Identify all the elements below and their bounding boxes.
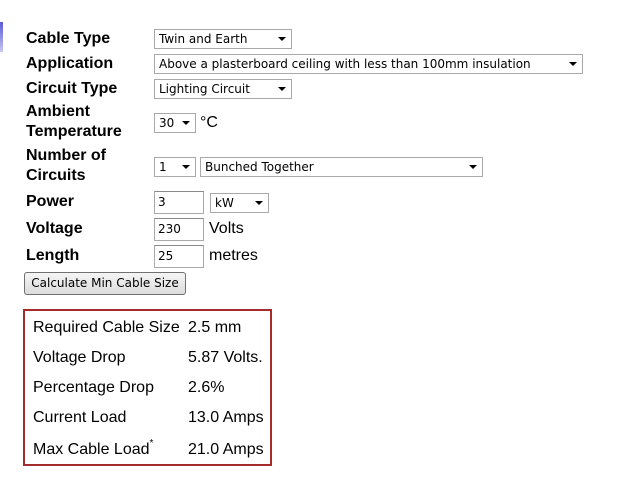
voltage-unit: Volts	[209, 220, 244, 237]
circuit-type-value: Lighting Circuit	[159, 82, 250, 96]
power-label: Power	[26, 193, 75, 210]
application-label: Application	[26, 55, 114, 72]
chevron-down-icon	[278, 87, 286, 91]
chevron-down-icon	[182, 165, 190, 169]
application-select[interactable]: Above a plasterboard ceiling with less t…	[154, 54, 583, 74]
cable-type-value: Twin and Earth	[159, 32, 248, 46]
chevron-down-icon	[182, 121, 190, 125]
chevron-down-icon	[255, 201, 263, 205]
grouping-value: Bunched Together	[205, 160, 314, 174]
number-of-circuits-label-line2: Circuits	[26, 167, 86, 184]
temperature-unit: °C	[200, 114, 218, 131]
number-of-circuits-label-line1: Number of	[26, 147, 106, 164]
voltage-drop-value: 5.87 Volts.	[188, 349, 263, 366]
cable-calculator: Cable Type Twin and Earth Application Ab…	[0, 0, 628, 484]
ambient-temperature-value: 30	[159, 116, 175, 130]
required-cable-size-label: Required Cable Size	[33, 319, 180, 336]
current-load-label: Current Load	[33, 409, 127, 426]
percentage-drop-value: 2.6%	[188, 379, 225, 396]
required-cable-size-value: 2.5 mm	[188, 319, 242, 336]
results-panel: Required Cable Size 2.5 mm Voltage Drop …	[23, 309, 272, 466]
chevron-down-icon	[469, 165, 477, 169]
voltage-drop-label: Voltage Drop	[33, 349, 126, 366]
power-unit-select[interactable]: kW	[210, 193, 269, 213]
percentage-drop-label: Percentage Drop	[33, 379, 154, 396]
chevron-down-icon	[278, 37, 286, 41]
circuit-type-select[interactable]: Lighting Circuit	[154, 79, 292, 99]
circuit-type-label: Circuit Type	[26, 80, 118, 97]
grouping-select[interactable]: Bunched Together	[200, 157, 483, 177]
length-unit: metres	[209, 247, 258, 264]
power-input[interactable]: 3	[154, 191, 204, 214]
ambient-temperature-select[interactable]: 30	[154, 113, 196, 133]
chevron-down-icon	[569, 62, 577, 66]
cable-type-select[interactable]: Twin and Earth	[154, 29, 292, 49]
ambient-temperature-label-line2: Temperature	[26, 123, 122, 140]
application-value: Above a plasterboard ceiling with less t…	[159, 57, 531, 71]
power-unit-value: kW	[215, 196, 234, 210]
max-cable-load-text: Max Cable Load	[33, 441, 150, 458]
length-input[interactable]: 25	[154, 245, 204, 268]
number-of-circuits-value: 1	[159, 160, 167, 174]
length-label: Length	[26, 247, 80, 264]
max-cable-load-label: Max Cable Load*	[33, 438, 154, 460]
voltage-input[interactable]: 230	[154, 218, 204, 241]
cable-type-label: Cable Type	[26, 30, 111, 47]
accent-bar	[0, 22, 3, 52]
voltage-label: Voltage	[26, 220, 83, 237]
calculate-button[interactable]: Calculate Min Cable Size	[24, 272, 186, 295]
footnote-mark: *	[149, 438, 154, 449]
current-load-value: 13.0 Amps	[188, 409, 264, 426]
max-cable-load-value: 21.0 Amps	[188, 441, 264, 458]
ambient-temperature-label-line1: Ambient	[26, 103, 90, 120]
number-of-circuits-select[interactable]: 1	[154, 157, 196, 177]
